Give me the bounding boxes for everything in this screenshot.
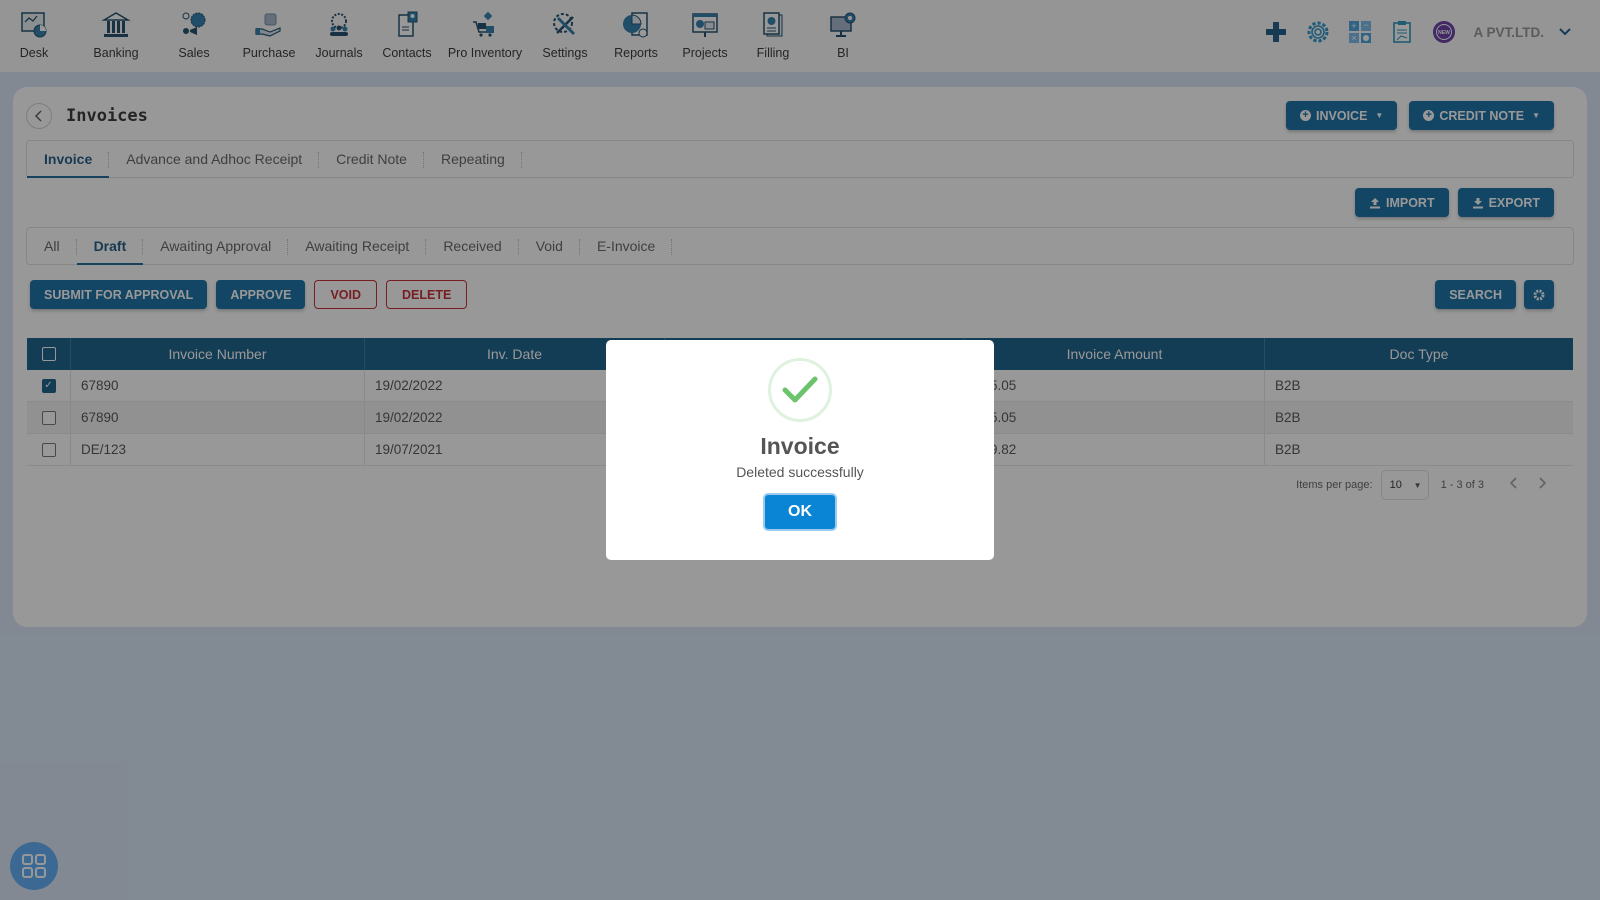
ok-button[interactable]: OK (763, 493, 837, 531)
modal-backdrop[interactable]: Invoice Deleted successfully OK (0, 0, 1600, 900)
success-dialog: Invoice Deleted successfully OK (606, 340, 994, 560)
dialog-message: Deleted successfully (736, 464, 864, 480)
dialog-title: Invoice (760, 433, 840, 459)
check-circle-icon (768, 358, 832, 422)
